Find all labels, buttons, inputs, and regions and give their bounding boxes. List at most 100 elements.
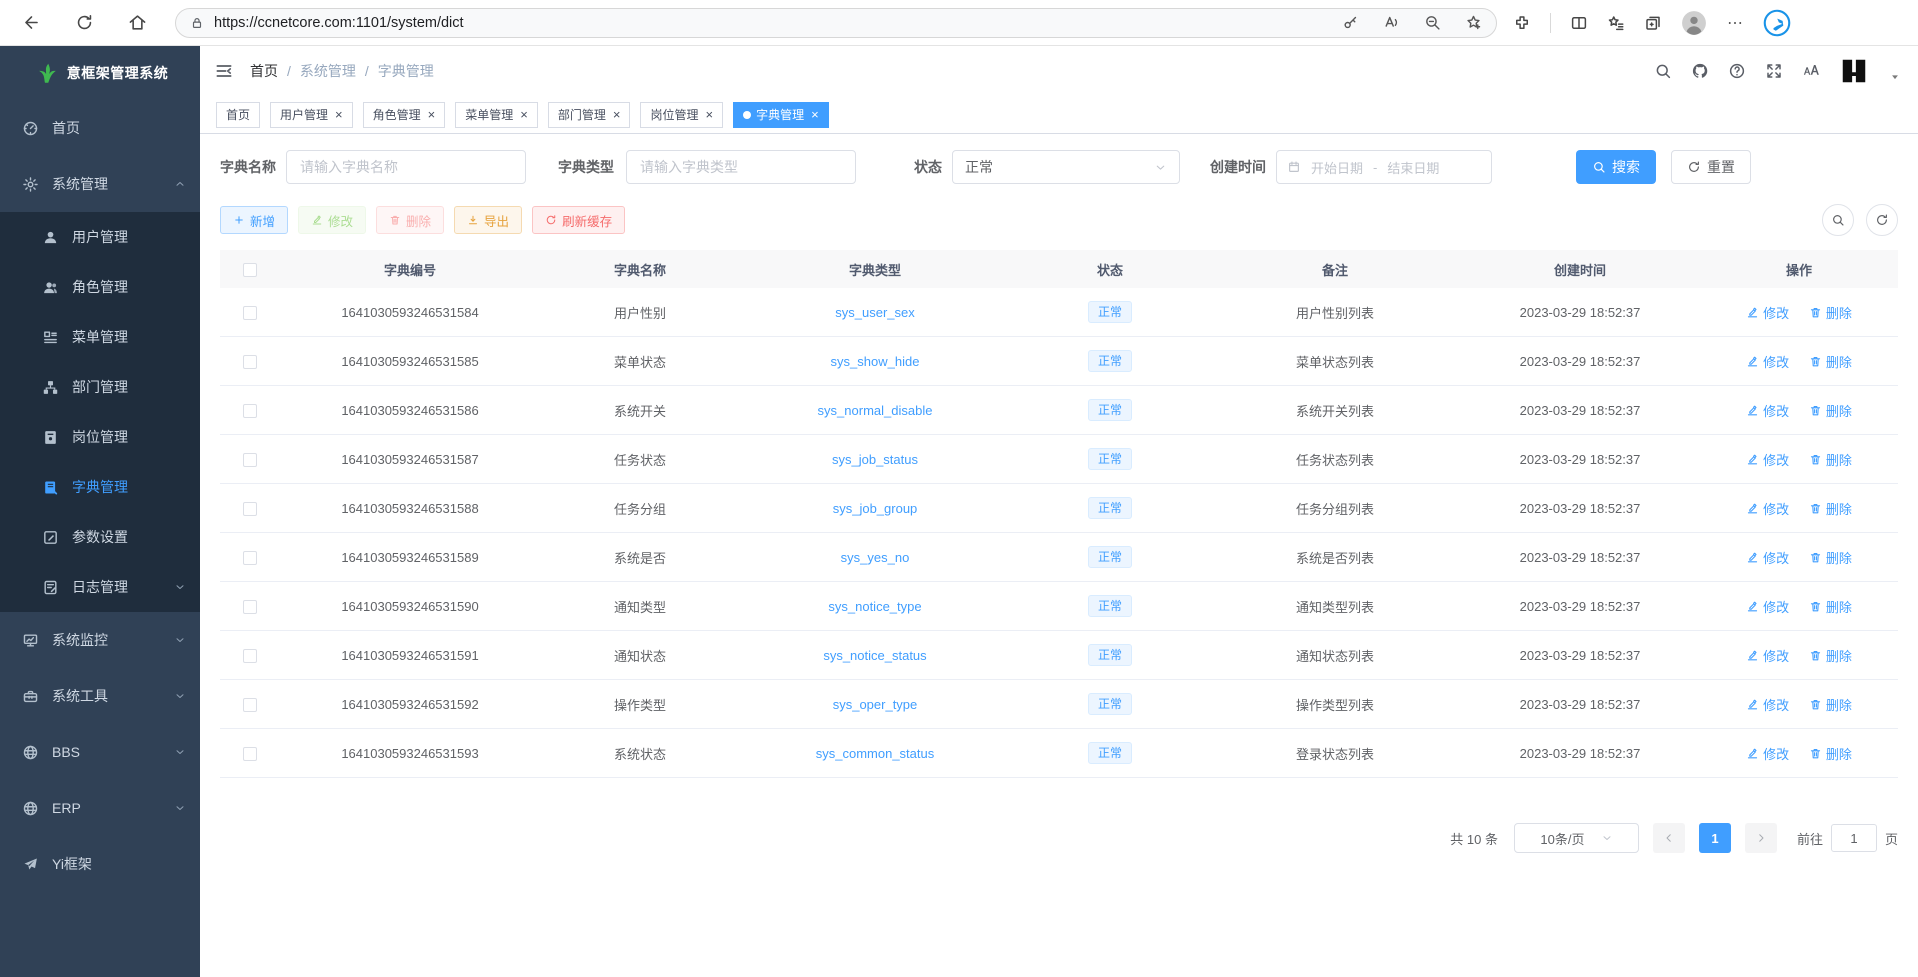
- row-checkbox[interactable]: [243, 747, 257, 761]
- more-options-icon[interactable]: [1726, 14, 1744, 32]
- tab-home[interactable]: 首页: [216, 102, 260, 128]
- delete-link[interactable]: 删除: [1809, 450, 1852, 469]
- sidebar-item-monitor[interactable]: 系统监控: [0, 612, 200, 668]
- delete-link[interactable]: 删除: [1809, 548, 1852, 567]
- sidebar-item-roles[interactable]: 角色管理: [0, 262, 200, 312]
- search-button[interactable]: 搜索: [1576, 150, 1656, 184]
- date-range-input[interactable]: 开始日期 - 结束日期: [1276, 150, 1492, 184]
- tab-dict[interactable]: 字典管理 ×: [733, 102, 829, 128]
- edit-link[interactable]: 修改: [1746, 352, 1789, 371]
- sidebar-item-menus[interactable]: 菜单管理: [0, 312, 200, 362]
- dict-type-link[interactable]: sys_yes_no: [841, 550, 910, 565]
- close-icon[interactable]: ×: [335, 108, 343, 121]
- close-icon[interactable]: ×: [428, 108, 436, 121]
- next-page-button[interactable]: [1745, 823, 1777, 853]
- refresh-cache-button[interactable]: 刷新缓存: [532, 206, 625, 234]
- question-icon[interactable]: [1728, 62, 1746, 80]
- toolbar-divider[interactable]: [1550, 13, 1551, 33]
- read-aloud-icon[interactable]: [1383, 14, 1400, 31]
- add-button[interactable]: 新增: [220, 206, 288, 234]
- tab-role[interactable]: 角色管理 ×: [363, 102, 446, 128]
- sidebar-item-logs[interactable]: 日志管理: [0, 562, 200, 612]
- dict-type-link[interactable]: sys_notice_type: [828, 599, 921, 614]
- delete-link[interactable]: 删除: [1809, 352, 1852, 371]
- close-icon[interactable]: ×: [705, 108, 713, 121]
- address-bar[interactable]: https://ccnetcore.com:1101/system/dict: [175, 8, 1497, 38]
- edit-link[interactable]: 修改: [1746, 499, 1789, 518]
- tab-menu[interactable]: 菜单管理 ×: [455, 102, 538, 128]
- chevron-down-icon[interactable]: [1890, 72, 1900, 82]
- dict-type-link[interactable]: sys_common_status: [816, 746, 935, 761]
- current-page-button[interactable]: 1: [1699, 823, 1731, 853]
- row-checkbox[interactable]: [243, 698, 257, 712]
- edit-button[interactable]: 修改: [298, 206, 366, 234]
- fullscreen-icon[interactable]: [1765, 62, 1783, 80]
- dict-name-input[interactable]: [286, 150, 526, 184]
- home-icon[interactable]: [128, 13, 147, 32]
- edit-link[interactable]: 修改: [1746, 548, 1789, 567]
- close-icon[interactable]: ×: [811, 108, 819, 121]
- collections-icon[interactable]: [1644, 14, 1662, 32]
- row-checkbox[interactable]: [243, 355, 257, 369]
- export-button[interactable]: 导出: [454, 206, 522, 234]
- tab-post[interactable]: 岗位管理 ×: [640, 102, 723, 128]
- sidebar-item-depts[interactable]: 部门管理: [0, 362, 200, 412]
- sidebar-item-home[interactable]: 首页: [0, 100, 200, 156]
- dict-type-link[interactable]: sys_user_sex: [835, 305, 914, 320]
- delete-link[interactable]: 删除: [1809, 597, 1852, 616]
- sidebar-item-system[interactable]: 系统管理: [0, 156, 200, 212]
- dict-type-link[interactable]: sys_oper_type: [833, 697, 918, 712]
- refresh-icon[interactable]: [75, 13, 94, 32]
- delete-link[interactable]: 删除: [1809, 646, 1852, 665]
- edit-link[interactable]: 修改: [1746, 401, 1789, 420]
- sidebar-item-params[interactable]: 参数设置: [0, 512, 200, 562]
- row-checkbox[interactable]: [243, 404, 257, 418]
- hamburger-icon[interactable]: [214, 61, 234, 81]
- delete-link[interactable]: 删除: [1809, 695, 1852, 714]
- prev-page-button[interactable]: [1653, 823, 1685, 853]
- user-avatar-logo[interactable]: [1839, 56, 1869, 86]
- reset-button[interactable]: 重置: [1671, 150, 1751, 184]
- profile-avatar-icon[interactable]: [1681, 10, 1707, 36]
- extensions-icon[interactable]: [1513, 14, 1531, 32]
- zoom-out-icon[interactable]: [1424, 14, 1441, 31]
- delete-link[interactable]: 删除: [1809, 499, 1852, 518]
- sidebar-item-bbs[interactable]: BBS: [0, 724, 200, 780]
- row-checkbox[interactable]: [243, 306, 257, 320]
- status-select[interactable]: 正常: [952, 150, 1180, 184]
- breadcrumb-item[interactable]: / 首页: [250, 61, 278, 81]
- sidebar-item-yiframe[interactable]: Yi框架: [0, 836, 200, 892]
- sidebar-item-users[interactable]: 用户管理: [0, 212, 200, 262]
- edit-link[interactable]: 修改: [1746, 695, 1789, 714]
- row-checkbox[interactable]: [243, 502, 257, 516]
- edit-link[interactable]: 修改: [1746, 646, 1789, 665]
- sidebar-logo-row[interactable]: 意框架管理系统: [0, 46, 200, 100]
- tab-dept[interactable]: 部门管理 ×: [548, 102, 631, 128]
- breadcrumb-item[interactable]: / 系统管理: [278, 61, 356, 81]
- row-checkbox[interactable]: [243, 649, 257, 663]
- close-icon[interactable]: ×: [613, 108, 621, 121]
- search-icon[interactable]: [1654, 62, 1672, 80]
- key-icon[interactable]: [1342, 14, 1359, 31]
- dict-type-link[interactable]: sys_job_status: [832, 452, 918, 467]
- page-size-select[interactable]: 10条/页: [1514, 823, 1639, 853]
- row-checkbox[interactable]: [243, 453, 257, 467]
- refresh-table-button[interactable]: [1866, 204, 1898, 236]
- sidebar-item-posts[interactable]: 岗位管理: [0, 412, 200, 462]
- select-all-checkbox[interactable]: [243, 263, 257, 277]
- back-icon[interactable]: [22, 13, 41, 32]
- edit-link[interactable]: 修改: [1746, 744, 1789, 763]
- dict-type-link[interactable]: sys_show_hide: [831, 354, 920, 369]
- font-size-icon[interactable]: [1802, 62, 1820, 80]
- show-search-button[interactable]: [1822, 204, 1854, 236]
- split-screen-icon[interactable]: [1570, 14, 1588, 32]
- delete-link[interactable]: 删除: [1809, 303, 1852, 322]
- breadcrumb-item[interactable]: / 字典管理: [356, 61, 434, 81]
- close-icon[interactable]: ×: [520, 108, 528, 121]
- delete-link[interactable]: 删除: [1809, 744, 1852, 763]
- row-checkbox[interactable]: [243, 600, 257, 614]
- delete-button[interactable]: 删除: [376, 206, 444, 234]
- dict-type-input[interactable]: [626, 150, 856, 184]
- lock-icon[interactable]: [190, 16, 204, 30]
- github-icon[interactable]: [1691, 62, 1709, 80]
